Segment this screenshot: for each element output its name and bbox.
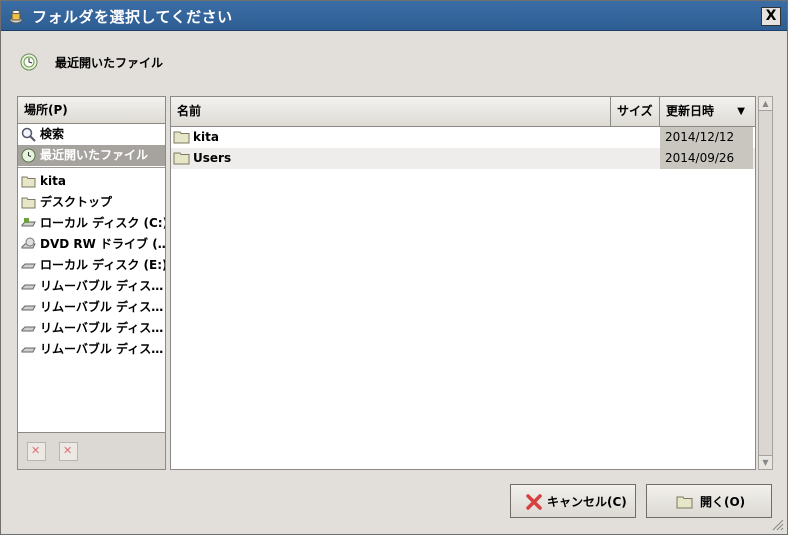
scroll-down-icon[interactable]: ▼ — [759, 455, 772, 469]
place-label: ローカル ディスク (E:) — [40, 258, 165, 272]
bookmark-kita[interactable]: kita — [18, 171, 165, 192]
removable-drive-icon — [21, 347, 36, 353]
title-bar[interactable]: フォルダを選択してください X — [1, 1, 787, 31]
place-label: リムーバブル ディス… — [40, 279, 164, 293]
removable-drive-1[interactable]: リムーバブル ディス… — [18, 276, 165, 297]
folder-icon — [173, 131, 190, 144]
cancel-button[interactable]: キャンセル(C) — [510, 484, 636, 518]
file-name: kita — [193, 130, 219, 144]
file-name: Users — [193, 151, 232, 165]
drive-e[interactable]: ローカル ディスク (E:) — [18, 255, 165, 276]
place-label: 最近開いたファイル — [40, 148, 149, 162]
scroll-up-icon[interactable]: ▲ — [759, 97, 772, 111]
folder-icon — [21, 176, 36, 188]
file-row[interactable]: kita 2014/12/12 — [171, 127, 755, 148]
places-header: 場所(P) — [18, 97, 165, 124]
resize-grip-icon[interactable] — [770, 517, 784, 531]
places-panel: 場所(P) 検索 最近開いたファイル kita デスクトップ ローカル ディスク… — [17, 96, 166, 470]
app-icon — [9, 9, 23, 24]
removable-drive-3[interactable]: リムーバブル ディス… — [18, 318, 165, 339]
place-label: リムーバブル ディス… — [40, 342, 164, 356]
folder-icon — [173, 152, 190, 165]
column-name[interactable]: 名前 — [171, 97, 611, 126]
remove-bookmark-button[interactable] — [59, 442, 78, 461]
place-search[interactable]: 検索 — [18, 124, 165, 145]
cancel-icon — [526, 494, 542, 510]
recent-icon — [21, 148, 36, 163]
column-headers: 名前 サイズ 更新日時 ▼ — [171, 97, 755, 127]
place-label: デスクトップ — [40, 195, 113, 209]
column-modified[interactable]: 更新日時 ▼ — [660, 97, 755, 126]
removable-drive-icon — [21, 305, 36, 311]
open-button[interactable]: 開く(O) — [646, 484, 772, 518]
dvd-drive-icon — [21, 237, 36, 249]
place-label: ローカル ディスク (C:) — [40, 216, 165, 230]
removable-drive-icon — [21, 326, 36, 332]
drive-dvd[interactable]: DVD RW ドライブ (… — [18, 234, 165, 255]
file-list: 名前 サイズ 更新日時 ▼ kita 2014/12/12 Users 2014… — [170, 96, 756, 470]
removable-drive-2[interactable]: リムーバブル ディス… — [18, 297, 165, 318]
place-recent[interactable]: 最近開いたファイル — [18, 145, 165, 166]
column-modified-label: 更新日時 — [666, 104, 715, 118]
place-label: リムーバブル ディス… — [40, 321, 164, 335]
file-modified: 2014/12/12 — [660, 127, 753, 148]
add-bookmark-button[interactable] — [27, 442, 46, 461]
cancel-label: キャンセル(C) — [547, 495, 627, 509]
window-title: フォルダを選択してください — [32, 8, 233, 26]
place-label: DVD RW ドライブ (… — [40, 237, 165, 251]
file-row[interactable]: Users 2014/09/26 — [171, 148, 755, 169]
open-label: 開く(O) — [700, 495, 746, 509]
places-toolbar — [18, 432, 165, 469]
open-folder-icon — [676, 496, 693, 509]
places-divider — [18, 167, 165, 168]
close-button[interactable]: X — [761, 7, 781, 26]
drive-icon — [21, 263, 36, 269]
removable-drive-4[interactable]: リムーバブル ディス… — [18, 339, 165, 360]
drive-icon — [21, 218, 36, 227]
drive-c[interactable]: ローカル ディスク (C:) — [18, 213, 165, 234]
place-label: リムーバブル ディス… — [40, 300, 164, 314]
place-label: kita — [40, 174, 66, 188]
search-icon — [21, 127, 36, 142]
vertical-scrollbar[interactable]: ▲ ▼ — [758, 96, 773, 470]
column-size[interactable]: サイズ — [611, 97, 660, 126]
sort-descending-icon: ▼ — [737, 106, 745, 117]
place-label: 検索 — [40, 127, 65, 141]
bookmark-desktop[interactable]: デスクトップ — [18, 192, 165, 213]
location-label: 最近開いたファイル — [55, 56, 164, 70]
folder-chooser-dialog: フォルダを選択してください X 最近開いたファイル 場所(P) 検索 最近開いた… — [0, 0, 788, 535]
folder-icon — [21, 197, 36, 209]
recent-icon — [20, 53, 38, 71]
file-modified: 2014/09/26 — [660, 148, 753, 169]
removable-drive-icon — [21, 284, 36, 290]
